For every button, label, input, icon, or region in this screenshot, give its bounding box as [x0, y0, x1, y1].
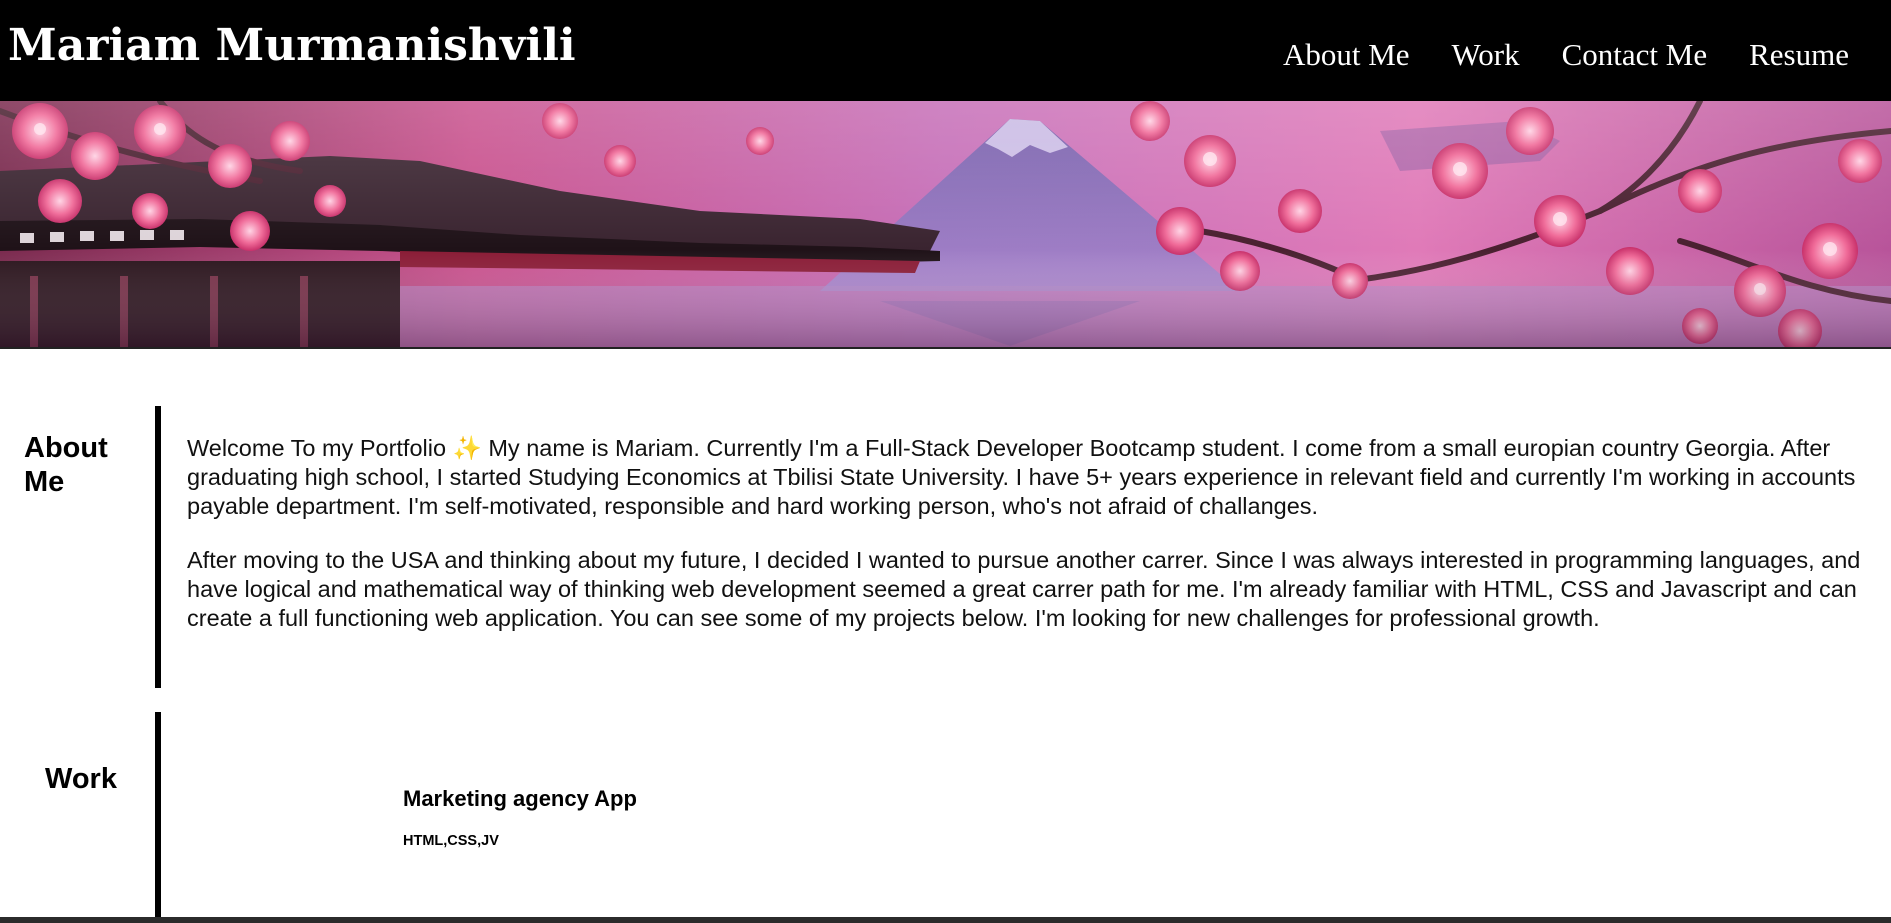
site-title: Mariam Murmanishvili [8, 20, 576, 71]
about-divider [155, 406, 161, 688]
project-card[interactable]: Marketing agency App HTML,CSS,JV [403, 786, 637, 850]
nav-resume[interactable]: Resume [1749, 33, 1849, 77]
project-title[interactable]: Marketing agency App [403, 786, 637, 812]
nav-about-me[interactable]: About Me [1283, 33, 1410, 77]
nav-contact-me[interactable]: Contact Me [1562, 33, 1708, 77]
about-heading: About Me [24, 432, 108, 498]
nav-work[interactable]: Work [1452, 33, 1520, 77]
about-paragraph: After moving to the USA and thinking abo… [187, 547, 1861, 631]
project-tech: HTML,CSS,JV [403, 833, 499, 849]
bottom-edge [0, 917, 1891, 923]
main-nav: About Me Work Contact Me Resume [1283, 33, 1849, 77]
work-heading: Work [45, 763, 117, 795]
about-body: Welcome To my Portfolio ✨ My name is Mar… [187, 434, 1867, 658]
hero-banner [0, 101, 1891, 349]
work-divider [155, 712, 161, 923]
about-paragraph: Welcome To my Portfolio ✨ My name is Mar… [187, 435, 1856, 519]
site-header: Mariam Murmanishvili About Me Work Conta… [0, 0, 1891, 101]
hero-banner-image [0, 101, 1891, 347]
